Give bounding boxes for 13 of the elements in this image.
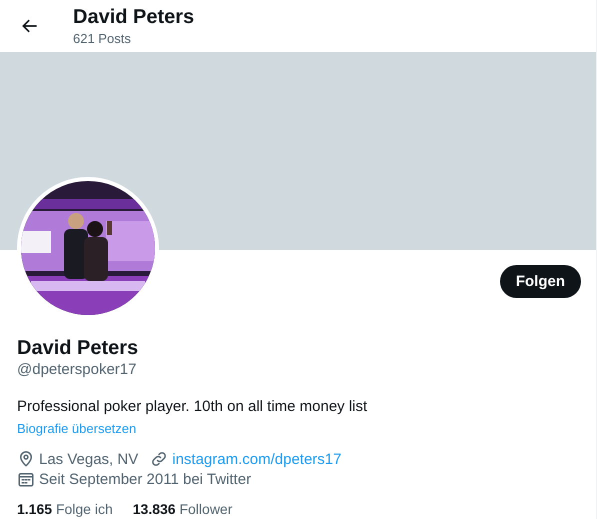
follow-stat-link[interactable]: 1.165 Folge ich bbox=[17, 501, 113, 517]
follow-stat-link[interactable]: 13.836 Follower bbox=[132, 501, 232, 517]
username: @dpeterspoker17 bbox=[17, 360, 136, 380]
location-text: Las Vegas, NV bbox=[39, 450, 138, 468]
display-name: David Peters bbox=[17, 336, 138, 360]
calendar-icon bbox=[17, 470, 35, 488]
bio-text: Professional poker player. 10th on all time money list bbox=[17, 397, 368, 417]
link-icon bbox=[150, 450, 168, 468]
join-date: Seit September 2011 bei Twitter bbox=[39, 470, 252, 488]
post-count: 621 Posts bbox=[73, 31, 132, 47]
location-pin-icon bbox=[17, 450, 35, 468]
profile-title: David Peters bbox=[73, 5, 194, 29]
follow-button[interactable]: Folgen bbox=[500, 265, 581, 298]
